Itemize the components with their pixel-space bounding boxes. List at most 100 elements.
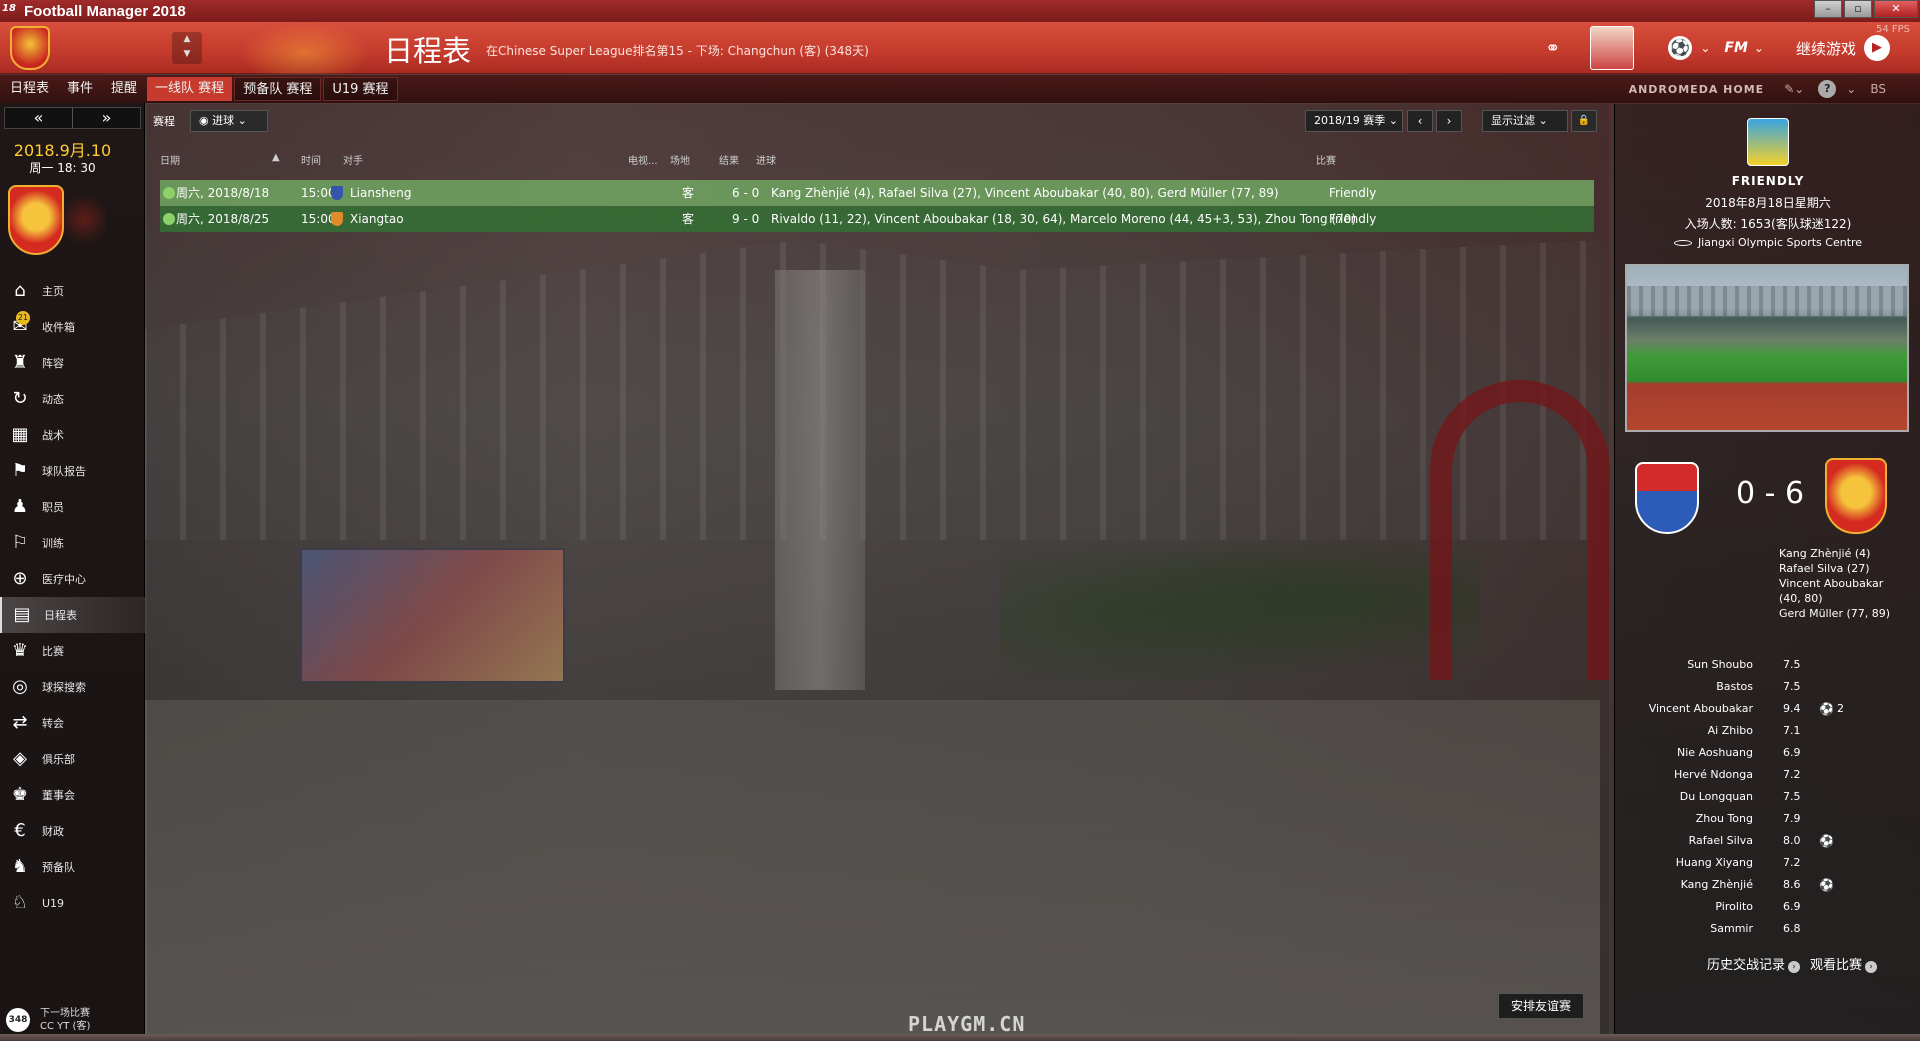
player-name[interactable]: Du Longquan — [1680, 786, 1753, 808]
rating-row[interactable]: Bastos 7.5 — [1615, 676, 1920, 698]
help-icon[interactable]: ? — [1818, 80, 1837, 98]
sidebar-item[interactable]: ▤ 日程表 — [0, 597, 145, 633]
row-result[interactable]: 6 - 0 — [732, 180, 759, 206]
rating-row[interactable]: Pirolito 6.9 — [1615, 896, 1920, 918]
player-name[interactable]: Rafael Silva — [1689, 830, 1753, 852]
player-name[interactable]: Bastos — [1716, 676, 1753, 698]
row-result[interactable]: 9 - 0 — [732, 206, 759, 232]
chevron-down-icon[interactable]: ⌄ — [1700, 41, 1710, 55]
forward-double-chevron-icon[interactable]: » — [73, 108, 140, 128]
sidebar-item[interactable]: ↻ 动态 — [0, 381, 145, 417]
rating-row[interactable]: Huang Xiyang 7.2 — [1615, 852, 1920, 874]
col-opponent[interactable]: 对手 — [343, 152, 363, 167]
tab-reserve-fixtures[interactable]: 预备队 赛程 — [234, 77, 322, 101]
play-icon[interactable]: ▶ — [1864, 35, 1890, 61]
sidebar-item[interactable]: € 财政 — [0, 813, 145, 849]
edit-icon[interactable]: ✎⌄ — [1784, 82, 1804, 96]
col-result[interactable]: 结果 — [719, 152, 739, 167]
skin-label[interactable]: ANDROMEDA HOME — [1629, 83, 1765, 96]
sidebar-item[interactable]: ⌂ 主页 — [0, 273, 145, 309]
show-filter-dropdown[interactable]: 显示过滤 ⌄ — [1482, 110, 1568, 132]
sidebar-item[interactable]: ♟ 职员 — [0, 489, 145, 525]
col-goals[interactable]: 进球 — [756, 152, 776, 167]
tab-first-team-fixtures[interactable]: 一线队 赛程 — [147, 77, 233, 101]
row-opponent[interactable]: Liansheng — [350, 180, 411, 206]
row-competition[interactable]: Friendly — [1329, 206, 1376, 232]
lock-icon[interactable]: 🔒 — [1571, 110, 1597, 132]
close-button[interactable]: ✕ — [1874, 0, 1918, 18]
season-dropdown[interactable]: 2018/19 赛季 ⌄ — [1305, 110, 1403, 132]
sidebar-item[interactable]: ♞ 预备队 — [0, 849, 145, 885]
club-crest[interactable] — [10, 26, 50, 70]
sort-asc-icon[interactable]: ▲ — [272, 152, 280, 163]
bs-icon[interactable]: BS — [1870, 82, 1886, 96]
rating-row[interactable]: Vincent Aboubakar 9.4 ⚽ 2 — [1615, 698, 1920, 720]
chevron-down-icon[interactable]: ▼ — [172, 47, 202, 62]
rating-row[interactable]: Nie Aoshuang 6.9 — [1615, 742, 1920, 764]
player-name[interactable]: Kang Zhènjié — [1681, 874, 1753, 896]
player-name[interactable]: Huang Xiyang — [1676, 852, 1753, 874]
next-match[interactable]: 348 下一场比赛 CC YT (客) — [6, 1007, 90, 1033]
rating-row[interactable]: Sammir 6.8 — [1615, 918, 1920, 940]
player-name[interactable]: Pirolito — [1715, 896, 1753, 918]
scouting-binoculars-icon[interactable]: ⚭ — [1545, 38, 1560, 59]
tab-reminders[interactable]: 提醒 — [103, 77, 145, 101]
rating-row[interactable]: Ai Zhibo 7.1 — [1615, 720, 1920, 742]
fm-menu-button[interactable]: FM — [1724, 40, 1748, 56]
club-crest[interactable] — [8, 185, 64, 255]
col-competition[interactable]: 比赛 — [1316, 152, 1336, 167]
player-name[interactable]: Zhou Tong — [1696, 808, 1753, 830]
row-opponent[interactable]: Xiangtao — [350, 206, 404, 232]
continue-button[interactable]: 继续游戏 — [1796, 38, 1856, 59]
player-name[interactable]: Sammir — [1710, 918, 1753, 940]
col-date[interactable]: 日期 — [160, 152, 180, 167]
col-tv[interactable]: 电视... — [628, 152, 658, 167]
goals-view-dropdown[interactable]: ◉ 进球 ⌄ — [190, 110, 268, 132]
chevron-down-icon[interactable]: ⌄ — [1846, 82, 1856, 96]
home-team-crest[interactable] — [1635, 462, 1699, 534]
player-name[interactable]: Hervé Ndonga — [1674, 764, 1753, 786]
watch-match-link[interactable]: 观看比赛 › — [1810, 954, 1878, 973]
head-to-head-link[interactable]: 历史交战记录 › — [1707, 954, 1801, 973]
player-name[interactable]: Nie Aoshuang — [1677, 742, 1753, 764]
col-time[interactable]: 时间 — [301, 152, 321, 167]
football-icon[interactable]: ⚽ — [1668, 36, 1693, 60]
rating-row[interactable]: Sun Shoubo 7.5 — [1615, 654, 1920, 676]
rating-row[interactable]: Rafael Silva 8.0 ⚽ — [1615, 830, 1920, 852]
rating-row[interactable]: Du Longquan 7.5 — [1615, 786, 1920, 808]
sidebar-item[interactable]: ⊕ 医疗中心 — [0, 561, 145, 597]
sidebar-item[interactable]: ⚑ 球队报告 — [0, 453, 145, 489]
sidebar-item[interactable]: ⚐ 训练 — [0, 525, 145, 561]
rating-row[interactable]: Zhou Tong 7.9 — [1615, 808, 1920, 830]
venue-name[interactable]: Jiangxi Olympic Sports Centre — [1698, 236, 1862, 249]
previous-season-button[interactable]: ‹ — [1407, 110, 1433, 132]
player-name[interactable]: Sun Shoubo — [1687, 654, 1753, 676]
sidebar-item[interactable]: ♛ 比赛 — [0, 633, 145, 669]
chevron-down-icon[interactable]: ⌄ — [1754, 41, 1764, 55]
sidebar-item[interactable]: ♚ 董事会 — [0, 777, 145, 813]
sidebar-item[interactable]: ♘ U19 — [0, 885, 145, 921]
history-nav[interactable]: ▲ ▼ — [172, 32, 202, 64]
tab-events[interactable]: 事件 — [59, 77, 101, 101]
tab-u19-fixtures[interactable]: U19 赛程 — [323, 77, 398, 101]
minimize-button[interactable]: – — [1814, 0, 1842, 18]
arrange-friendly-button[interactable]: 安排友谊赛 — [1498, 993, 1584, 1019]
competition-badge[interactable] — [1590, 26, 1635, 70]
tab-schedule[interactable]: 日程表 — [2, 77, 57, 101]
chevron-up-icon[interactable]: ▲ — [172, 32, 202, 47]
sidebar-item[interactable]: ◎ 球探搜索 — [0, 669, 145, 705]
sidebar-item[interactable]: ✉ 21 收件箱 — [0, 309, 145, 345]
sidebar-item[interactable]: ◈ 俱乐部 — [0, 741, 145, 777]
table-row[interactable]: 周六, 2018/8/18 15:00 Liansheng 客 6 - 0 Ka… — [160, 180, 1594, 206]
col-venue[interactable]: 场地 — [670, 152, 690, 167]
next-season-button[interactable]: › — [1436, 110, 1462, 132]
away-team-crest[interactable] — [1825, 458, 1887, 534]
row-competition[interactable]: Friendly — [1329, 180, 1376, 206]
maximize-button[interactable]: ▫ — [1844, 0, 1872, 18]
sidebar-item[interactable]: ⇄ 转会 — [0, 705, 145, 741]
player-name[interactable]: Vincent Aboubakar — [1649, 698, 1753, 720]
table-row[interactable]: 周六, 2018/8/25 15:00 Xiangtao 客 9 - 0 Riv… — [160, 206, 1594, 232]
sidebar-item[interactable]: ♜ 阵容 — [0, 345, 145, 381]
back-double-chevron-icon[interactable]: « — [5, 108, 73, 128]
rating-row[interactable]: Hervé Ndonga 7.2 — [1615, 764, 1920, 786]
